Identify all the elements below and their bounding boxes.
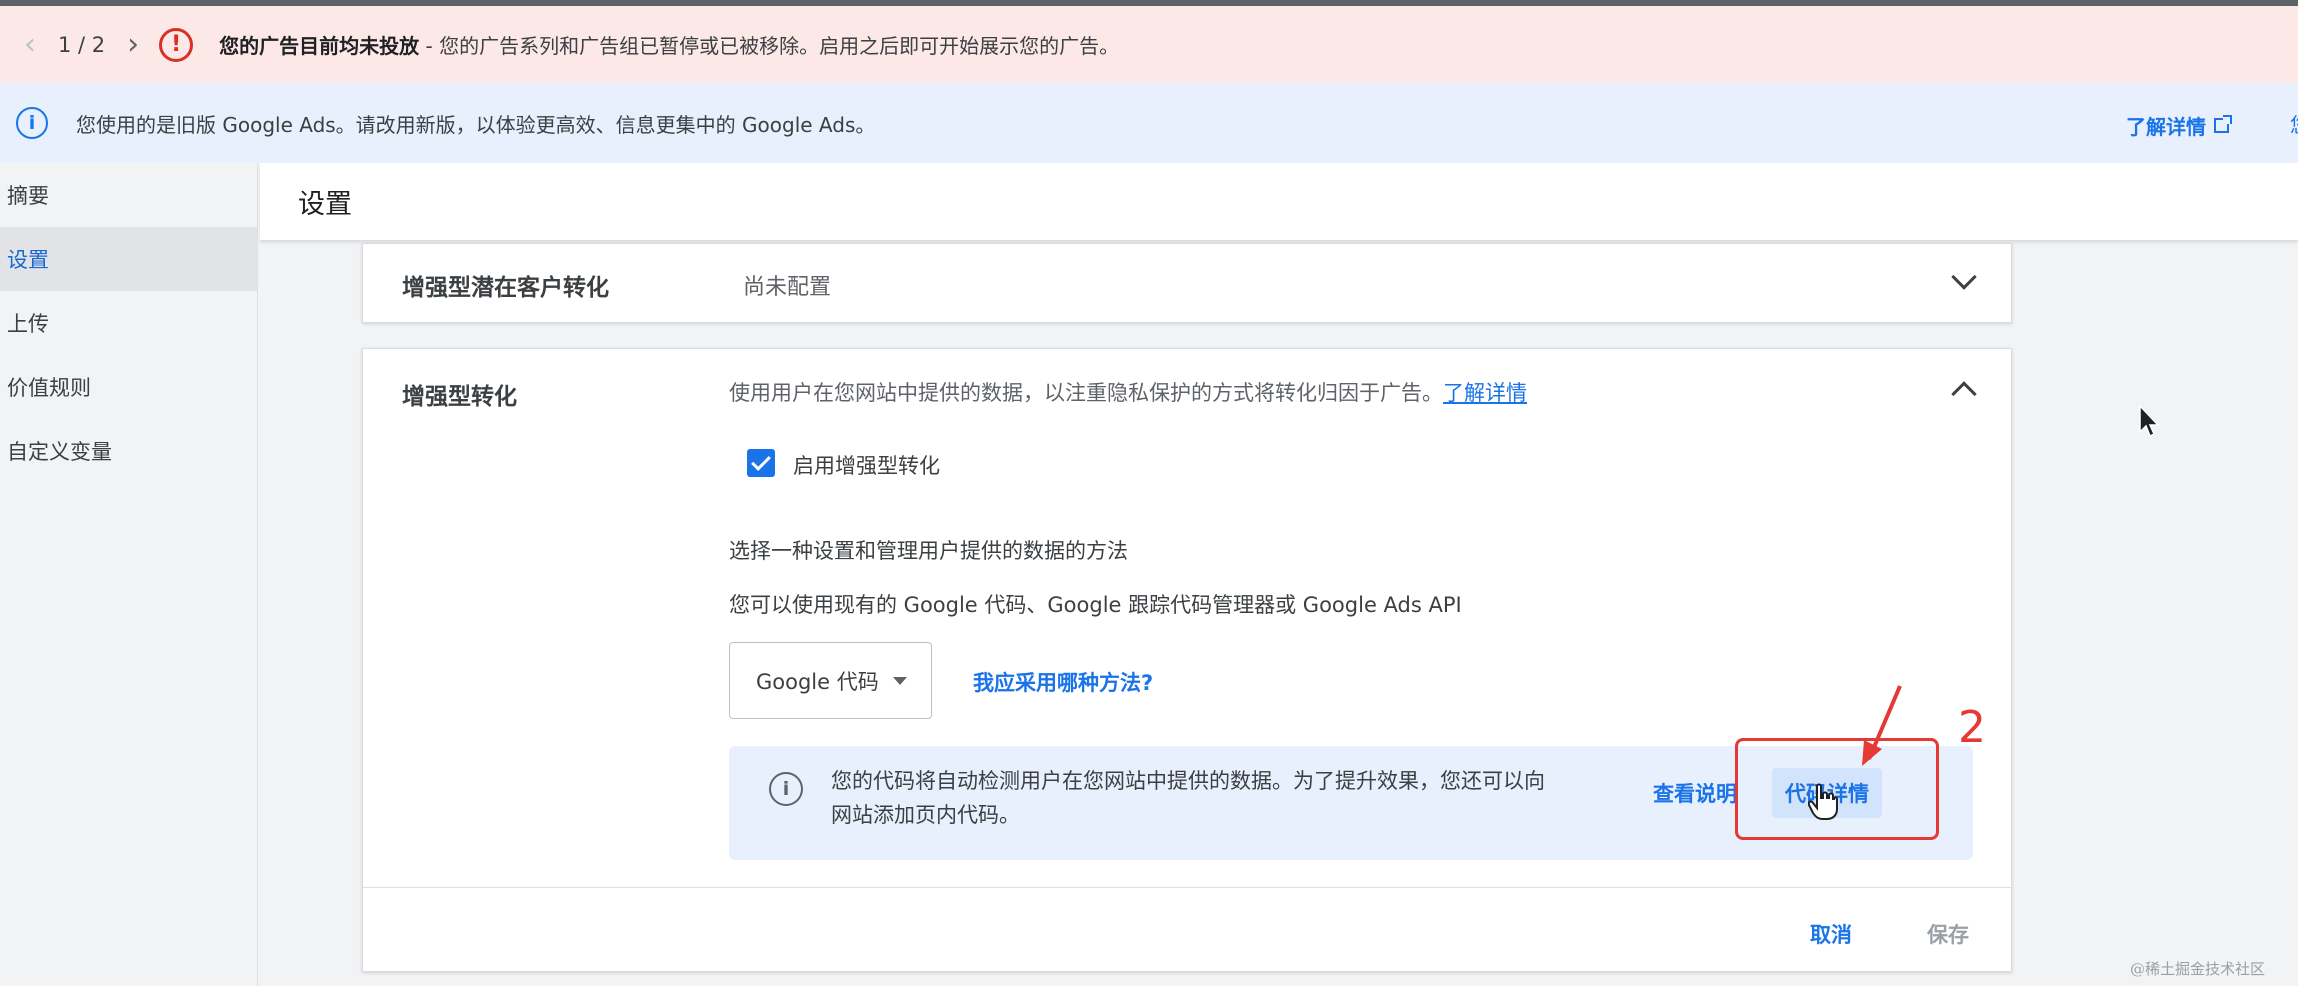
cancel-button[interactable]: 取消 xyxy=(1810,919,1852,949)
chevron-down-icon[interactable] xyxy=(1951,264,1977,290)
info-learn-more-label: 了解详情 xyxy=(2126,115,2206,139)
sidebar-item-uploads[interactable]: 上传 xyxy=(0,291,257,355)
annotation-number: 2 xyxy=(1958,702,1986,753)
error-icon: ! xyxy=(159,27,194,62)
info-cut-text[interactable]: 您 xyxy=(2290,109,2298,138)
enhanced-conversions-description: 使用用户在您网站中提供的数据，以注重隐私保护的方式将转化归因于广告。了解详情 xyxy=(729,377,1527,407)
method-dropdown[interactable]: Google 代码 xyxy=(729,642,932,719)
annotation-arrow-icon xyxy=(1862,685,1902,766)
alert-pager: ‹ 1 / 2 › xyxy=(24,29,139,60)
info-learn-more-link[interactable]: 了解详情 xyxy=(2126,111,2232,140)
sidebar: 摘要 设置 上传 价值规则 自定义变量 xyxy=(0,163,258,986)
view-instructions-button[interactable]: 查看说明 xyxy=(1653,778,1741,808)
info-icon: i xyxy=(16,107,48,139)
hand-cursor-icon xyxy=(1808,783,1838,820)
caret-down-icon xyxy=(892,676,907,685)
corner-credit: @稀土掘金技术社区 xyxy=(2130,960,2266,978)
which-method-link[interactable]: 我应采用哪种方法? xyxy=(973,667,1153,697)
method-select-title: 选择一种设置和管理用户提供的数据的方法 xyxy=(729,539,1128,563)
info-icon: i xyxy=(769,772,803,806)
card-footer-divider xyxy=(363,887,2011,888)
enhanced-leads-card[interactable]: 增强型潜在客户转化 尚未配置 xyxy=(362,243,2012,323)
alert-count: 1 / 2 xyxy=(58,32,106,57)
save-button[interactable]: 保存 xyxy=(1927,919,1969,949)
sidebar-item-custom-variables[interactable]: 自定义变量 xyxy=(0,419,257,483)
info-message: 您使用的是旧版 Google Ads。请改用新版，以体验更高效、信息更集中的 G… xyxy=(76,112,876,137)
chevron-up-icon[interactable] xyxy=(1951,381,1977,407)
mouse-pointer-icon xyxy=(2139,404,2160,438)
enhanced-conversions-label: 增强型转化 xyxy=(402,384,517,410)
description-text: 使用用户在您网站中提供的数据，以注重隐私保护的方式将转化归因于广告。 xyxy=(729,381,1443,405)
sidebar-item-value-rules[interactable]: 价值规则 xyxy=(0,355,257,419)
method-dropdown-value: Google 代码 xyxy=(756,669,879,694)
info-banner: i 您使用的是旧版 Google Ads。请改用新版，以体验更高效、信息更集中的… xyxy=(0,83,2298,163)
page-title: 设置 xyxy=(298,189,352,220)
enable-enhanced-label[interactable]: 启用增强型转化 xyxy=(793,450,940,480)
enhanced-leads-label: 增强型潜在客户转化 xyxy=(402,275,609,301)
external-link-icon xyxy=(2214,115,2232,133)
enable-enhanced-checkbox[interactable] xyxy=(747,449,775,477)
notice-text: 您的代码将自动检测用户在您网站中提供的数据。为了提升效果，您还可以向网站添加页内… xyxy=(831,769,1545,827)
chevron-left-icon[interactable]: ‹ xyxy=(24,29,36,60)
alert-detail: - 您的广告系列和广告组已暂停或已被移除。启用之后即可开始展示您的广告。 xyxy=(419,34,1120,58)
enhanced-conversions-card: 增强型转化 使用用户在您网站中提供的数据，以注重隐私保护的方式将转化归因于广告。… xyxy=(362,348,2012,972)
enhanced-leads-status: 尚未配置 xyxy=(743,275,832,300)
chevron-right-icon[interactable]: › xyxy=(127,29,139,60)
alert-message: 您的广告目前均未投放 - 您的广告系列和广告组已暂停或已被移除。启用之后即可开始… xyxy=(219,30,1119,59)
sidebar-item-settings[interactable]: 设置 xyxy=(0,227,257,291)
description-learn-more-link[interactable]: 了解详情 xyxy=(1443,381,1527,405)
method-select-subtitle: 您可以使用现有的 Google 代码、Google 跟踪代码管理器或 Googl… xyxy=(729,593,1462,617)
sidebar-item-summary[interactable]: 摘要 xyxy=(0,163,257,227)
alert-banner: ‹ 1 / 2 › ! 您的广告目前均未投放 - 您的广告系列和广告组已暂停或已… xyxy=(0,6,2298,83)
alert-title: 您的广告目前均未投放 xyxy=(219,34,420,58)
page-header: 设置 xyxy=(260,163,2298,241)
